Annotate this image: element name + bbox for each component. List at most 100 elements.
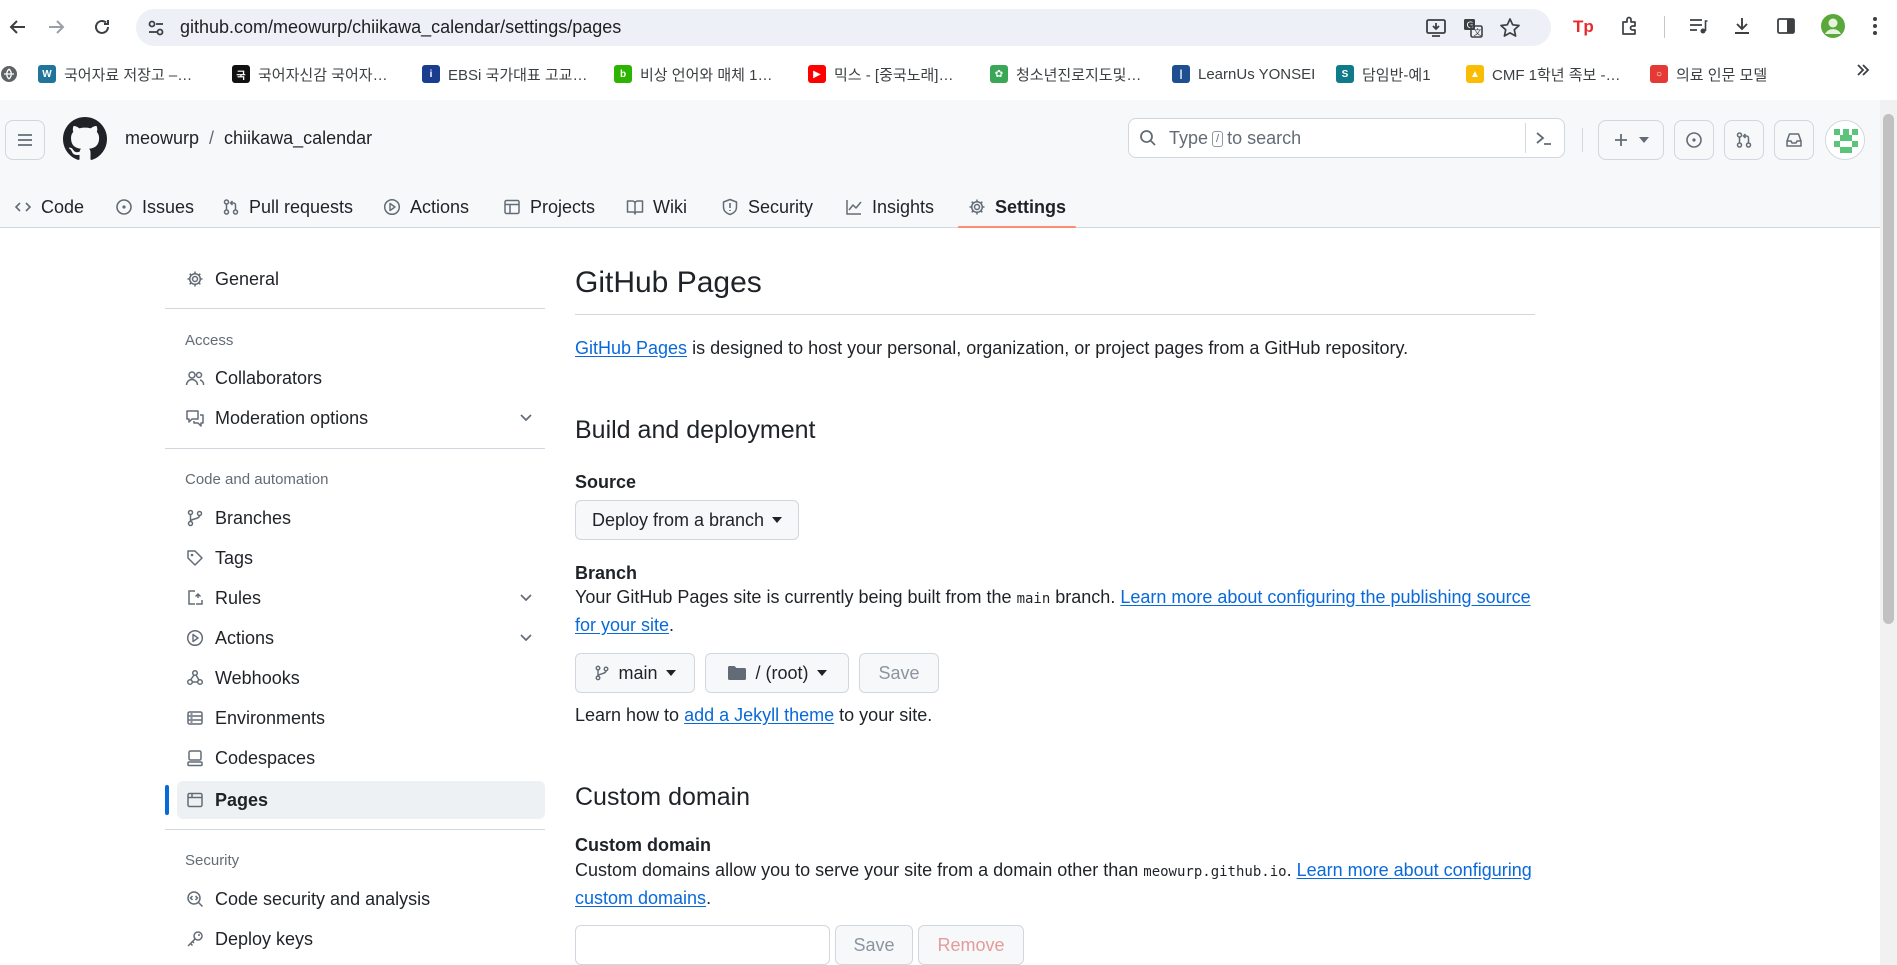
sidebar-item-branches[interactable]: Branches [177,499,545,537]
people-icon [185,369,205,387]
url-text[interactable]: github.com/meowurp/chiikawa_calendar/set… [180,17,621,38]
search-input[interactable]: Type / to search [1128,118,1565,158]
tab-label: Issues [142,196,195,217]
bookmark-item[interactable]: b 비상 언어와 매체 1… [614,60,772,88]
triangle-down-icon [816,670,827,676]
downloads-icon[interactable] [1727,11,1757,41]
branch-desc-text: Your GitHub Pages site is currently bein… [575,587,1017,607]
custom-domain-description: Custom domains allow you to serve your s… [575,857,1535,911]
media-control-icon[interactable] [1683,11,1713,41]
bookmark-item[interactable]: i EBSi 국가대표 고교… [422,60,587,88]
sidebar-item-codespaces[interactable]: Codespaces [177,739,545,777]
bookmark-label: CMF 1학년 족보 -… [1492,66,1621,84]
github-pages-link[interactable]: GitHub Pages [575,338,687,358]
bookmark-item[interactable]: W 국어자료 저장고 –… [38,60,192,88]
tp-extension-icon[interactable]: Tp [1569,11,1599,41]
source-select-button[interactable]: Deploy from a branch [575,500,799,540]
sidebar-item-label: Codespaces [215,747,316,768]
translate-icon[interactable]: G文 [1462,17,1484,39]
bookmark-label: 믹스 - [중국노래]… [834,66,954,84]
custom-domain-input[interactable] [575,925,830,965]
custom-domain-remove-button[interactable]: Remove [918,925,1024,965]
bookmark-label: 비상 언어와 매체 1… [640,66,773,84]
github-logo-icon[interactable] [63,117,107,161]
extensions-puzzle-icon[interactable] [1615,11,1645,41]
sidebar-item-general[interactable]: General [177,260,545,298]
issues-button[interactable] [1674,120,1714,160]
sidebar-item-tags[interactable]: Tags [177,539,545,577]
header-divider [1582,128,1583,152]
bookmark-item[interactable]: | LearnUs YONSEI [1172,60,1315,88]
server-icon [185,709,205,727]
tab-issues[interactable]: Issues [115,186,194,228]
bookmark-item[interactable]: ▶ 믹스 - [중국노래]… [808,60,953,88]
tab-settings[interactable]: Settings [957,186,1077,228]
sidebar-item-label: Environments [215,707,326,728]
sidebar-item-collaborators[interactable]: Collaborators [177,359,545,397]
tab-actions[interactable]: Actions [383,186,469,228]
jekyll-theme-link[interactable]: add a Jekyll theme [684,705,834,725]
page-scrollbar[interactable] [1880,100,1897,965]
repo-name-link[interactable]: chiikawa_calendar [224,128,372,149]
triangle-down-icon [772,517,783,523]
tab-projects[interactable]: Projects [503,186,595,228]
chevron-down-icon [519,410,533,424]
tab-pull-requests[interactable]: Pull requests [222,186,353,228]
sidebar-item-actions[interactable]: Actions [177,619,545,657]
user-avatar[interactable] [1825,120,1865,160]
toolbar-divider [1664,16,1665,38]
inbox-button[interactable] [1774,120,1814,160]
side-panel-icon[interactable] [1771,11,1801,41]
sidebar-item-environments[interactable]: Environments [177,699,545,737]
tab-security[interactable]: Security [721,186,813,228]
more-bookmarks-icon[interactable] [1855,62,1871,78]
bookmark-label: 국어자신감 국어자… [258,66,388,84]
bookmark-star-icon[interactable] [1499,17,1521,39]
bookmark-item[interactable]: S 담임반-예1 [1336,60,1431,88]
sidebar-item-pages[interactable]: Pages [177,781,545,819]
bookmark-apps-icon[interactable] [0,60,18,88]
custom-domain-save-button[interactable]: Save [835,925,913,965]
sidebar-item-code-security[interactable]: Code security and analysis [177,880,545,918]
site-settings-icon[interactable] [146,18,166,38]
browser-menu-icon[interactable] [1860,11,1890,41]
tab-label: Pull requests [249,196,354,217]
chevron-down-icon [519,590,533,604]
bookmark-item[interactable]: ○ 의료 인문 모델 [1650,60,1767,88]
sidebar-item-rules[interactable]: Rules [177,579,545,617]
bookmark-item[interactable]: 국 국어자신감 국어자… [232,60,388,88]
hamburger-menu-button[interactable] [5,120,45,160]
back-button[interactable] [0,9,36,45]
reload-button[interactable] [84,9,120,45]
sidebar-item-moderation-options[interactable]: Moderation options [177,399,545,437]
bookmark-favicon-icon: i [422,65,440,83]
repo-owner-link[interactable]: meowurp [125,128,199,149]
shield-icon [721,198,739,216]
address-bar[interactable]: github.com/meowurp/chiikawa_calendar/set… [136,9,1551,46]
sidebar-item-webhooks[interactable]: Webhooks [177,659,545,697]
sidebar-heading-code-and-automation: Code and automation [185,471,329,488]
bookmark-item[interactable]: ✿ 청소년진로지도및… [990,60,1141,88]
issue-icon [115,198,133,216]
sidebar-item-label: Tags [215,547,254,568]
tab-wiki[interactable]: Wiki [626,186,687,228]
pull-requests-button[interactable] [1724,120,1764,160]
tab-code[interactable]: Code [14,186,84,228]
profile-avatar-icon[interactable] [1818,11,1848,41]
breadcrumb-separator: / [209,128,215,148]
tab-label: Insights [872,196,935,217]
tab-label: Actions [410,196,470,217]
search-icon [1139,129,1157,147]
forward-button[interactable] [38,9,74,45]
branch-save-button[interactable]: Save [859,653,939,693]
command-palette-icon[interactable] [1534,128,1554,148]
folder-select-button[interactable]: / (root) [705,653,849,693]
scrollbar-thumb[interactable] [1883,114,1894,624]
tab-insights[interactable]: Insights [845,186,934,228]
create-new-button[interactable] [1598,120,1664,160]
install-app-icon[interactable] [1425,17,1447,39]
sidebar-item-deploy-keys[interactable]: Deploy keys [177,920,545,958]
branch-select-button[interactable]: main [575,653,695,693]
bookmark-item[interactable]: ▲ CMF 1학년 족보 -… [1466,60,1621,88]
custom-desc-text-2: . [1286,860,1297,880]
